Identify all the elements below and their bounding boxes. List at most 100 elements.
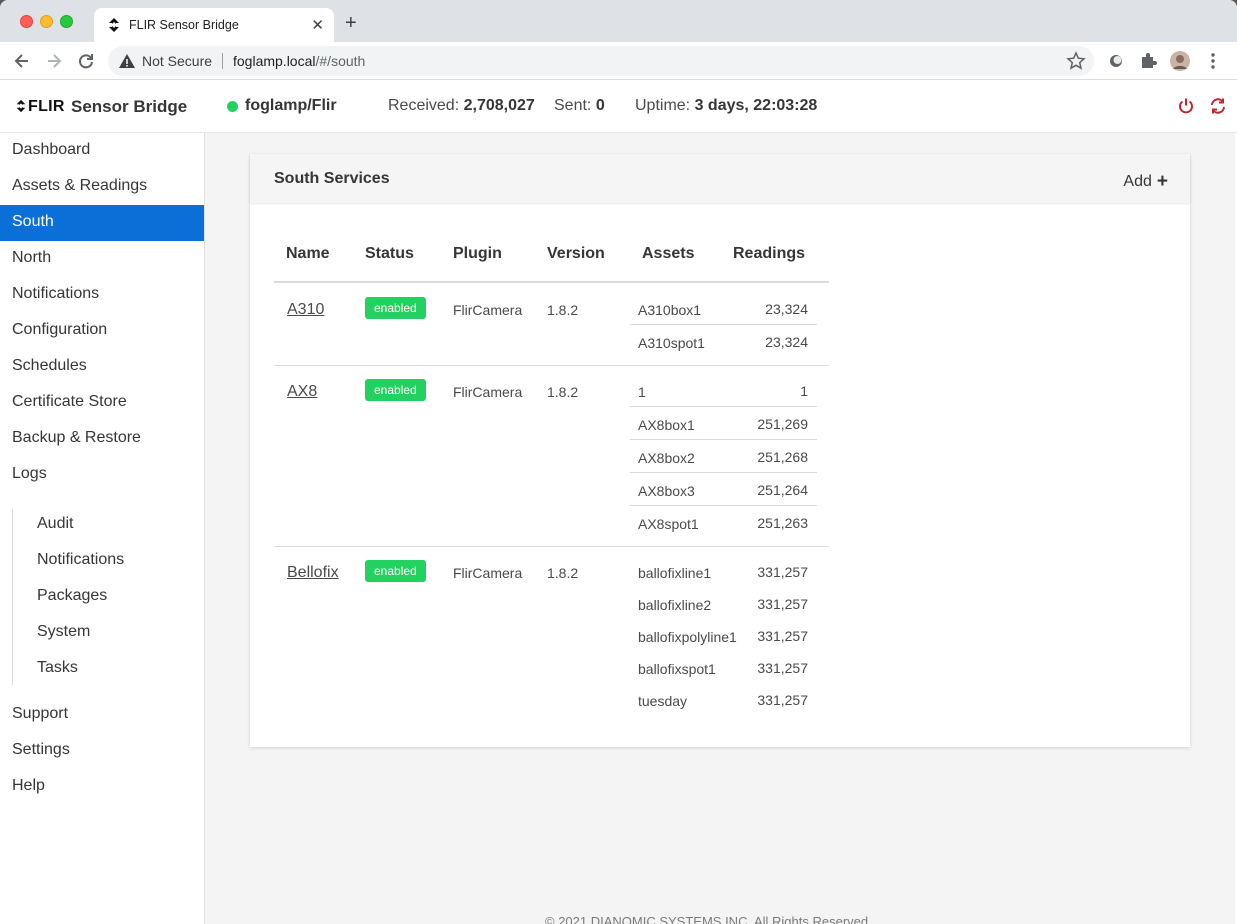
- sidebar-subitem-notifications[interactable]: Notifications: [37, 551, 124, 569]
- url-host: foglamp.local: [233, 53, 316, 69]
- readings-cell: 251,263: [757, 515, 808, 531]
- column-header-readings: Readings: [733, 245, 806, 262]
- sidebar-item-schedules[interactable]: Schedules: [0, 349, 204, 385]
- asset-divider: [630, 406, 817, 407]
- row-divider: [274, 365, 829, 366]
- brand-name[interactable]: Sensor Bridge: [71, 97, 187, 117]
- profile-avatar-icon[interactable]: [1170, 51, 1190, 71]
- sent-value: 0: [595, 97, 605, 114]
- version-cell: 1.8.2: [547, 302, 579, 318]
- tab-title: FLIR Sensor Bridge: [129, 18, 239, 32]
- browser-tab[interactable]: FLIR Sensor Bridge ✕: [94, 8, 334, 42]
- sidebar-item-assets-readings[interactable]: Assets & Readings: [0, 169, 204, 205]
- column-header-status: Status: [365, 245, 414, 262]
- sidebar-subitem-system[interactable]: System: [37, 623, 90, 641]
- service-name[interactable]: foglamp/Flir: [245, 97, 337, 115]
- sidebar-item-south[interactable]: South: [0, 205, 204, 241]
- version-cell: 1.8.2: [547, 384, 579, 400]
- add-label: Add: [1123, 173, 1152, 190]
- sidebar-item-support[interactable]: Support: [0, 697, 204, 733]
- asset-cell: ballofixline2: [638, 597, 712, 613]
- readings-cell: 331,257: [757, 660, 808, 676]
- extension-circle-icon[interactable]: [1106, 51, 1126, 71]
- readings-cell: 331,257: [757, 692, 808, 708]
- plugin-cell: FlirCamera: [453, 384, 523, 400]
- asset-divider: [630, 324, 817, 325]
- logs-submenu-border: [12, 509, 13, 685]
- asset-divider: [630, 505, 817, 506]
- service-status-dot: [227, 101, 238, 112]
- version-cell: 1.8.2: [547, 565, 579, 581]
- received-stat: Received: 2,708,027: [388, 97, 535, 115]
- readings-cell: 23,324: [765, 301, 808, 317]
- asset-cell: AX8spot1: [638, 516, 699, 532]
- service-link-a310[interactable]: A310: [287, 301, 324, 319]
- received-label: Received:: [388, 97, 460, 114]
- tab-close-icon[interactable]: ✕: [311, 16, 324, 34]
- reload-icon[interactable]: [76, 51, 96, 71]
- power-icon[interactable]: [1177, 97, 1195, 115]
- new-tab-button[interactable]: +: [345, 13, 357, 33]
- sidebar: Dashboard Assets & Readings South North …: [0, 133, 205, 924]
- sidebar-item-configuration[interactable]: Configuration: [0, 313, 204, 349]
- card-header: South Services Add +: [250, 154, 1190, 203]
- uptime-stat: Uptime: 3 days, 22:03:28: [635, 97, 817, 115]
- sidebar-item-backup-restore[interactable]: Backup & Restore: [0, 421, 204, 457]
- readings-cell: 1: [800, 383, 808, 399]
- add-service-button[interactable]: Add +: [1123, 170, 1168, 192]
- readings-cell: 251,268: [757, 449, 808, 465]
- asset-cell: AX8box1: [638, 417, 695, 433]
- url-path: /#/south: [315, 53, 366, 69]
- asset-divider: [630, 439, 817, 440]
- asset-cell: AX8box2: [638, 450, 695, 466]
- status-badge: enabled: [365, 560, 426, 582]
- url-text[interactable]: foglamp.local/#/south: [233, 53, 365, 69]
- sidebar-item-certificate-store[interactable]: Certificate Store: [0, 385, 204, 421]
- flir-logo-icon: [16, 99, 26, 113]
- readings-cell: 331,257: [757, 628, 808, 644]
- received-value: 2,708,027: [463, 97, 535, 114]
- asset-cell: ballofixspot1: [638, 661, 716, 677]
- column-header-assets: Assets: [642, 245, 695, 262]
- card-title: South Services: [274, 170, 390, 187]
- sidebar-item-notifications[interactable]: Notifications: [0, 277, 204, 313]
- readings-cell: 251,269: [757, 416, 808, 432]
- forward-arrow-icon[interactable]: [44, 51, 64, 71]
- sidebar-item-help[interactable]: Help: [0, 769, 204, 805]
- asset-cell: tuesday: [638, 693, 688, 709]
- flir-favicon-icon: [109, 18, 119, 32]
- minimize-window-button[interactable]: [40, 15, 53, 28]
- service-link-bellofix[interactable]: Bellofix: [287, 564, 339, 582]
- warning-triangle-icon[interactable]: [118, 52, 136, 70]
- status-badge: enabled: [365, 297, 426, 319]
- bookmark-star-icon[interactable]: [1066, 51, 1086, 71]
- tab-strip: FLIR Sensor Bridge ✕ +: [0, 0, 1237, 42]
- asset-divider: [630, 472, 817, 473]
- sidebar-subitem-tasks[interactable]: Tasks: [37, 659, 78, 677]
- sidebar-item-settings[interactable]: Settings: [0, 733, 204, 769]
- plus-icon: +: [1156, 171, 1168, 192]
- restart-icon[interactable]: [1209, 97, 1227, 115]
- browser-menu-icon[interactable]: [1203, 51, 1223, 71]
- south-services-card: South Services Add + Name Status Plugin V…: [250, 154, 1190, 747]
- sidebar-item-north[interactable]: North: [0, 241, 204, 277]
- address-bar[interactable]: Not Secure foglamp.local/#/south: [108, 46, 1094, 76]
- puzzle-extensions-icon[interactable]: [1138, 51, 1158, 71]
- sent-stat: Sent: 0: [554, 97, 605, 115]
- maximize-window-button[interactable]: [60, 15, 73, 28]
- close-window-button[interactable]: [20, 15, 33, 28]
- sidebar-subitem-packages[interactable]: Packages: [37, 587, 107, 605]
- sidebar-subitem-audit[interactable]: Audit: [37, 515, 73, 533]
- flir-logo[interactable]: FLIR: [14, 98, 65, 116]
- sidebar-item-dashboard[interactable]: Dashboard: [0, 133, 204, 169]
- sidebar-item-logs[interactable]: Logs: [0, 457, 204, 493]
- uptime-value: 3 days, 22:03:28: [694, 97, 818, 114]
- uptime-label: Uptime:: [635, 97, 691, 114]
- back-arrow-icon[interactable]: [12, 51, 32, 71]
- logo-text: FLIR: [28, 98, 65, 115]
- service-link-ax8[interactable]: AX8: [287, 383, 317, 401]
- header-divider: [274, 281, 829, 283]
- asset-cell: AX8box3: [638, 483, 695, 499]
- column-header-plugin: Plugin: [453, 245, 502, 262]
- readings-cell: 331,257: [757, 564, 808, 580]
